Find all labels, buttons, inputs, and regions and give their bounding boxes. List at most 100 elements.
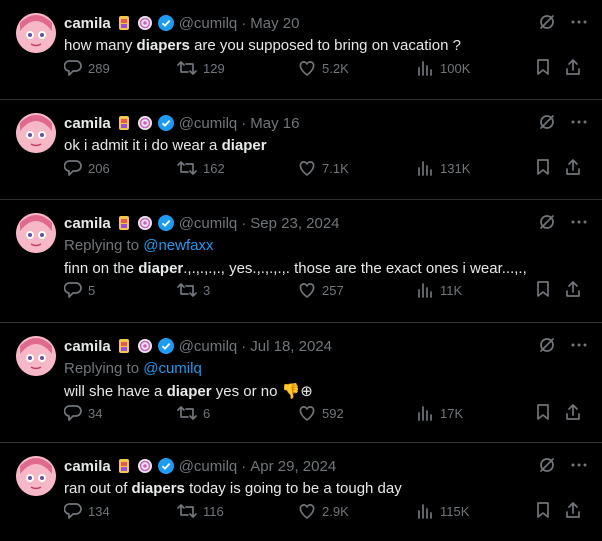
timestamp[interactable]: May 16 (250, 115, 299, 132)
more-icon[interactable] (570, 336, 588, 359)
repost-button[interactable]: 129 (177, 59, 225, 77)
like-icon (299, 406, 315, 421)
avatar[interactable] (16, 13, 56, 53)
repost-count: 3 (203, 282, 211, 298)
tweet-text: will she have a diaper yes or no 👎⊕ (64, 383, 313, 400)
repost-count: 162 (203, 160, 225, 176)
avatar[interactable] (16, 213, 56, 253)
timestamp[interactable]: Apr 29, 2024 (250, 458, 336, 475)
grok-icon[interactable] (538, 113, 556, 136)
like-button[interactable]: 2.9K (298, 502, 349, 520)
grok-icon[interactable] (538, 336, 556, 359)
verified-badge-icon (157, 458, 174, 474)
like-count: 257 (322, 282, 344, 298)
repost-button[interactable]: 116 (177, 502, 224, 520)
views-button[interactable]: 11K (416, 281, 462, 299)
timestamp[interactable]: May 20 (250, 15, 299, 32)
repost-button[interactable]: 3 (177, 281, 210, 299)
grok-icon[interactable] (538, 213, 556, 236)
views-count: 131K (440, 160, 471, 176)
share-icon[interactable] (564, 403, 582, 424)
reply-icon (64, 405, 82, 421)
views-icon (418, 406, 432, 421)
reply-icon (64, 60, 82, 76)
display-name[interactable]: camila (64, 458, 111, 475)
more-icon[interactable] (570, 456, 588, 479)
verified-badge-icon (157, 115, 174, 131)
mention-link[interactable]: @cumilq (143, 360, 202, 377)
reply-count: 34 (88, 405, 103, 421)
bookmark-icon[interactable] (534, 280, 552, 301)
like-icon (299, 161, 315, 176)
like-count: 2.9K (322, 503, 349, 519)
timestamp[interactable]: Sep 23, 2024 (250, 215, 339, 232)
reply-button[interactable]: 34 (64, 404, 102, 422)
repost-icon (177, 61, 197, 75)
share-icon[interactable] (564, 58, 582, 79)
like-count: 592 (322, 405, 344, 421)
views-button[interactable]: 131K (416, 159, 470, 177)
handle[interactable]: @cumilq (179, 458, 238, 475)
bookmark-icon[interactable] (534, 501, 552, 522)
separator-dot: · (241, 337, 247, 355)
display-name[interactable]: camila (64, 215, 111, 232)
tweet[interactable]: camila @cumilq · Jul 18, 2024 Replying t… (0, 323, 602, 443)
more-icon[interactable] (570, 213, 588, 236)
handle[interactable]: @cumilq (179, 338, 238, 355)
timestamp[interactable]: Jul 18, 2024 (250, 338, 332, 355)
repost-icon (177, 504, 197, 518)
verified-badge-icon (157, 338, 174, 354)
views-icon (418, 283, 432, 298)
reply-icon (64, 160, 82, 176)
mention-link[interactable]: @newfaxx (143, 237, 213, 254)
like-button[interactable]: 7.1K (298, 159, 349, 177)
views-count: 100K (440, 60, 471, 76)
repost-icon (177, 283, 197, 297)
handle[interactable]: @cumilq (179, 215, 238, 232)
spiral-badge-icon (137, 338, 153, 354)
views-button[interactable]: 115K (416, 502, 469, 520)
grok-icon[interactable] (538, 456, 556, 479)
tweet-text: ran out of diapers today is going to be … (64, 480, 402, 497)
reply-button[interactable]: 5 (64, 281, 95, 299)
views-count: 11K (440, 282, 463, 298)
display-name[interactable]: camila (64, 338, 111, 355)
avatar[interactable] (16, 336, 56, 376)
bookmark-icon[interactable] (534, 58, 552, 79)
verified-badge-icon (157, 215, 174, 231)
like-count: 5.2K (322, 60, 349, 76)
reply-button[interactable]: 134 (64, 502, 110, 520)
more-icon[interactable] (570, 113, 588, 136)
repost-button[interactable]: 162 (177, 159, 225, 177)
tweet[interactable]: camila @cumilq · Apr 29, 2024 ran out of… (0, 443, 602, 541)
tweet[interactable]: camila @cumilq · May 20 how many diapers… (0, 0, 602, 100)
share-icon[interactable] (564, 158, 582, 179)
reply-button[interactable]: 289 (64, 59, 110, 77)
like-button[interactable]: 592 (298, 404, 344, 422)
bookmark-icon[interactable] (534, 158, 552, 179)
avatar[interactable] (16, 456, 56, 496)
display-name[interactable]: camila (64, 15, 111, 32)
handle[interactable]: @cumilq (179, 115, 238, 132)
display-name[interactable]: camila (64, 115, 111, 132)
tweet[interactable]: camila @cumilq · May 16 ok i admit it i … (0, 100, 602, 200)
avatar[interactable] (16, 113, 56, 153)
repost-button[interactable]: 6 (177, 404, 210, 422)
bookmark-icon[interactable] (534, 403, 552, 424)
views-button[interactable]: 100K (416, 59, 470, 77)
like-icon (299, 283, 315, 298)
grok-icon[interactable] (538, 13, 556, 36)
like-button[interactable]: 257 (298, 281, 344, 299)
handle[interactable]: @cumilq (179, 15, 238, 32)
share-icon[interactable] (564, 280, 582, 301)
spiral-badge-icon (137, 458, 153, 474)
reply-button[interactable]: 206 (64, 159, 110, 177)
separator-dot: · (241, 114, 247, 132)
tweet[interactable]: camila @cumilq · Sep 23, 2024 Replying t… (0, 200, 602, 323)
like-button[interactable]: 5.2K (298, 59, 349, 77)
views-button[interactable]: 17K (416, 404, 463, 422)
share-icon[interactable] (564, 501, 582, 522)
like-icon (299, 61, 315, 76)
like-count: 7.1K (322, 160, 349, 176)
more-icon[interactable] (570, 13, 588, 36)
